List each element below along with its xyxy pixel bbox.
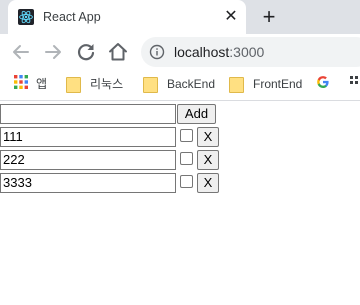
delete-button[interactable]: X [197,127,219,147]
tab-title: React App [43,10,101,24]
todo-item-input[interactable]: 222 [0,150,176,170]
browser-tab[interactable]: React App ✕ [8,0,246,34]
todo-item-checkbox[interactable] [180,129,193,142]
folder-icon [143,76,158,93]
bookmarks-bar: 앱 리눅스 BackEnd FrontEnd [0,70,360,98]
url-text: localhost:3000 [174,44,264,60]
bookmark-label: 리눅스 [90,77,124,91]
todo-item-checkbox[interactable] [180,175,193,188]
apps-grid-icon [14,75,28,94]
google-icon [316,75,330,94]
add-button[interactable]: Add [177,104,216,124]
react-icon [18,9,34,25]
browser-toolbar: localhost:3000 [0,34,360,70]
bookmark-more-icon[interactable] [350,75,360,93]
reload-icon[interactable] [74,40,98,64]
todo-item-input[interactable]: 3333 [0,173,176,193]
todo-item-input[interactable]: 111 [0,127,176,147]
delete-button[interactable]: X [197,150,219,170]
bookmark-folder-backend[interactable]: BackEnd [143,75,215,93]
url-host: localhost [174,44,230,60]
forward-icon[interactable] [41,40,65,64]
bookmark-label: BackEnd [167,77,216,91]
home-icon[interactable] [106,40,130,64]
tab-close-icon[interactable]: ✕ [221,7,241,27]
new-tab-icon[interactable]: + [257,5,281,29]
delete-button[interactable]: X [197,173,219,193]
back-icon[interactable] [9,40,33,64]
bookmark-label: 앱 [36,77,48,91]
todo-item-checkbox[interactable] [180,152,193,165]
folder-icon [66,76,81,93]
bookmark-label: FrontEnd [253,77,303,91]
new-item-input[interactable] [0,104,176,124]
page-viewport: Add 111 X 222 X 3333 X [0,101,360,305]
folder-icon [229,76,244,93]
address-bar[interactable]: localhost:3000 [141,37,360,67]
bookmark-folder-frontend[interactable]: FrontEnd [229,75,302,93]
bookmark-folder-linux[interactable]: 리눅스 [66,75,123,93]
url-port: :3000 [229,44,265,60]
bookmark-apps[interactable]: 앱 [14,75,47,93]
bookmark-google[interactable] [316,75,338,93]
tab-strip: React App ✕ + [0,0,360,34]
site-info-icon[interactable] [149,44,165,60]
